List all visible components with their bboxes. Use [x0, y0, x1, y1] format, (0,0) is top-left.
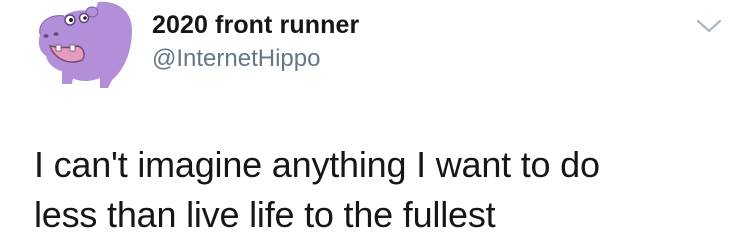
chevron-down-icon [696, 19, 722, 33]
tweet-text: I can't imagine anything I want to do le… [34, 140, 734, 240]
avatar[interactable] [28, 0, 138, 92]
user-names[interactable]: 2020 front runner @InternetHippo [152, 10, 359, 74]
tweet-menu-button[interactable] [695, 16, 723, 36]
user-handle[interactable]: @InternetHippo [152, 44, 359, 74]
hippo-avatar-icon [38, 1, 132, 88]
tweet-text-line: less than live life to the fullest [34, 194, 496, 235]
tweet-text-line: I can't imagine anything I want to do [34, 144, 600, 185]
tweet: 2020 front runner @InternetHippo I can't… [0, 0, 749, 249]
display-name[interactable]: 2020 front runner [152, 10, 359, 40]
